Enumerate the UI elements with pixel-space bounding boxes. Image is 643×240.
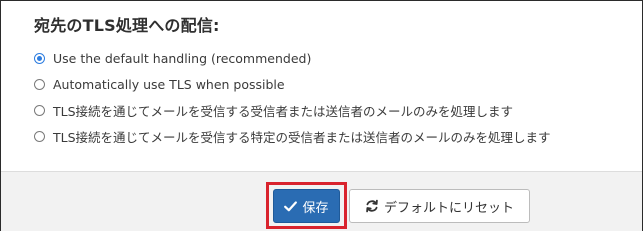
- settings-content: 宛先のTLS処理への配信: Use the default handling (…: [1, 1, 642, 171]
- save-button-label: 保存: [302, 200, 329, 216]
- option-label: TLS接続を通じてメールを受信する受信者または送信者のメールのみを処理します: [53, 103, 514, 119]
- section-title: 宛先のTLS処理への配信:: [34, 16, 220, 35]
- radio-option-tls-specific-recipients-senders[interactable]: TLS接続を通じてメールを受信する特定の受信者または送信者のメールのみを処理しま…: [34, 123, 551, 149]
- refresh-icon: [365, 199, 379, 213]
- reset-to-default-button[interactable]: デフォルトにリセット: [349, 189, 530, 223]
- save-button[interactable]: 保存: [273, 189, 340, 223]
- radio-option-auto-tls[interactable]: Automatically use TLS when possible: [34, 71, 551, 97]
- option-label: Automatically use TLS when possible: [53, 76, 285, 92]
- reset-button-label: デフォルトにリセット: [383, 200, 514, 216]
- radio-option-default-handling[interactable]: Use the default handling (recommended): [34, 45, 551, 71]
- radio-button-auto-tls[interactable]: [34, 78, 45, 90]
- option-label: TLS接続を通じてメールを受信する特定の受信者または送信者のメールのみを処理しま…: [53, 129, 551, 145]
- checkmark-icon: [284, 200, 298, 212]
- radio-button-tls-specific-recipients-senders[interactable]: [34, 130, 45, 142]
- option-label: Use the default handling (recommended): [53, 50, 312, 66]
- radio-button-tls-recipients-senders[interactable]: [34, 104, 45, 116]
- tls-options-radio-group: Use the default handling (recommended) A…: [34, 45, 551, 149]
- radio-button-default-handling[interactable]: [34, 52, 45, 64]
- radio-option-tls-recipients-senders[interactable]: TLS接続を通じてメールを受信する受信者または送信者のメールのみを処理します: [34, 97, 551, 123]
